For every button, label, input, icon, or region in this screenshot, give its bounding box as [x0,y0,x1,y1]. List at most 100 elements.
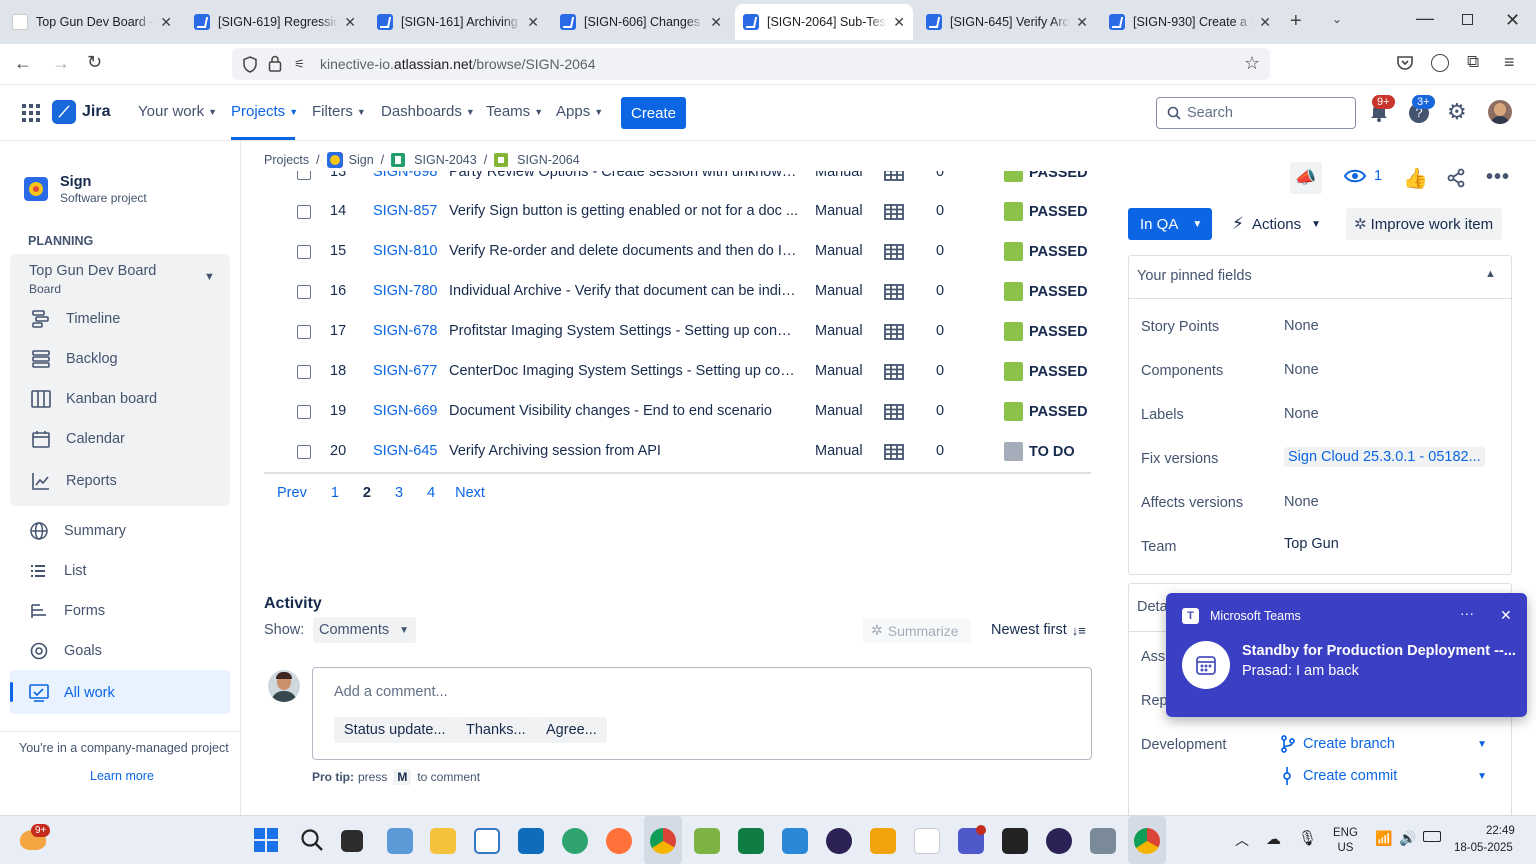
edge-icon[interactable] [562,828,588,854]
issue-key-link[interactable]: SIGN-780 [373,283,437,299]
issue-summary[interactable]: Profitstar Imaging System Settings - Set… [449,323,799,339]
sidebar-item-list[interactable]: List [28,561,87,581]
new-tab-icon[interactable]: + [1290,10,1302,33]
issue-key-link[interactable]: SIGN-678 [373,323,437,339]
issue-summary[interactable]: Verify Re-order and delete documents and… [449,243,799,259]
lock-icon[interactable] [268,55,282,72]
status-badge[interactable]: PASSED [1004,242,1088,261]
volume-icon[interactable]: 🔊 [1399,830,1416,847]
tab-list-chevron-icon[interactable]: ⌄ [1332,12,1342,26]
clock-time[interactable]: 22:49 [1486,825,1515,837]
thumbs-up-icon[interactable]: 👍 [1403,166,1428,191]
field-value-story-points[interactable]: None [1284,318,1319,334]
close-window-icon[interactable]: ✕ [1505,10,1520,31]
sidebar-item-goals[interactable]: Goals [28,641,102,661]
megaphone-icon[interactable]: 📣 [1290,162,1322,194]
breadcrumb-parent[interactable]: SIGN-2043 [414,153,477,167]
create-commit-link[interactable]: Create commit ▼ [1281,767,1487,785]
status-badge[interactable]: PASSED [1004,362,1088,381]
table-row[interactable]: 19 SIGN-669 Document Visibility changes … [264,392,1090,432]
teams-notification-toast[interactable]: T Microsoft Teams ··· ✕ Standby for Prod… [1166,593,1527,717]
row-checkbox[interactable] [297,405,311,419]
breadcrumb-sign[interactable]: Sign [349,153,374,167]
browser-tab[interactable]: [SIGN-161] Archiving of ✕ [369,4,547,40]
summarize-button[interactable]: ✲ Summarize [863,618,971,643]
windows-start-icon[interactable] [254,828,278,852]
sidebar-item-summary[interactable]: Summary [28,521,126,541]
board-name[interactable]: Top Gun Dev Board [29,263,156,279]
permissions-icon[interactable]: ⚟ [294,57,305,71]
firefox-icon[interactable] [606,828,632,854]
search-input[interactable]: Search [1156,97,1356,129]
nav-filters[interactable]: Filters ▼ [312,103,366,120]
menu-icon[interactable]: ≡ [1504,52,1515,73]
breadcrumb-projects[interactable]: Projects [264,153,309,167]
eclipse-icon[interactable] [1046,828,1072,854]
quick-reply-status-update[interactable]: Status update... [334,717,456,743]
next-page-link[interactable]: Next [455,485,485,501]
copilot-chat-icon[interactable] [387,828,413,854]
nav-your-work[interactable]: Your work ▼ [138,103,217,120]
table-row[interactable]: 20 SIGN-645 Verify Archiving session fro… [264,432,1090,472]
issue-key-link[interactable]: SIGN-810 [373,243,437,259]
minimize-icon[interactable]: — [1416,8,1434,29]
mic-muted-icon[interactable]: 🎙 [1298,829,1317,847]
status-badge[interactable]: PASSED [1004,322,1088,341]
row-checkbox[interactable] [297,285,311,299]
table-row[interactable]: 15 SIGN-810 Verify Re-order and delete d… [264,232,1090,272]
issue-summary[interactable]: Verify Archiving session from API [449,443,799,459]
table-row[interactable]: 16 SIGN-780 Individual Archive - Verify … [264,272,1090,312]
breadcrumb-current[interactable]: SIGN-2064 [517,153,580,167]
tab-close-icon[interactable]: ✕ [893,14,905,31]
outlook-icon[interactable] [518,828,544,854]
create-branch-link[interactable]: Create branch ▼ [1281,735,1487,753]
field-value-components[interactable]: None [1284,362,1319,378]
improve-work-item-button[interactable]: ✲ Improve work item [1346,208,1502,240]
extensions-icon[interactable]: ⧉ [1467,52,1479,72]
sidebar-item-backlog[interactable]: Backlog [30,349,118,369]
pocket-icon[interactable] [1396,54,1414,72]
sidebar-item-kanban[interactable]: Kanban board [30,389,157,409]
issue-summary[interactable]: Document Visibility changes - End to end… [449,403,799,419]
app-icon[interactable] [1090,828,1116,854]
table-row[interactable]: 13 SIGN-898 Party Review Options - Creat… [264,171,1090,193]
battery-icon[interactable] [1423,831,1441,842]
tab-close-icon[interactable]: ✕ [1076,14,1088,31]
status-badge[interactable]: PASSED [1004,402,1088,421]
settings-gear-icon[interactable]: ⚙ [1447,99,1467,125]
shield-icon[interactable] [242,56,258,73]
sidebar-item-forms[interactable]: Forms [28,601,105,621]
tab-close-icon[interactable]: ✕ [344,14,356,31]
nav-dashboards[interactable]: Dashboards ▼ [381,103,475,120]
chevron-down-icon[interactable]: ▼ [204,271,215,283]
row-checkbox[interactable] [297,325,311,339]
watchers-button[interactable]: 1 [1344,168,1382,184]
issue-key-link[interactable]: SIGN-677 [373,363,437,379]
search-icon[interactable] [300,828,324,852]
row-checkbox[interactable] [297,245,311,259]
fix-version-lozenge[interactable]: Sign Cloud 25.3.0.1 - 05182... [1284,447,1485,467]
file-explorer-icon[interactable] [430,828,456,854]
issue-summary[interactable]: CenterDoc Imaging System Settings - Sett… [449,363,799,379]
wifi-icon[interactable]: 📶 [1375,830,1392,847]
reload-icon[interactable]: ↻ [87,52,102,73]
activity-filter-dropdown[interactable]: Comments ▼ [313,617,416,643]
share-icon[interactable] [1446,168,1466,188]
field-value-affects-versions[interactable]: None [1284,494,1319,510]
tab-close-icon[interactable]: ✕ [1259,14,1271,31]
browser-tab[interactable]: [SIGN-930] Create a ses ✕ [1101,4,1279,40]
issue-summary[interactable]: Verify Sign button is getting enabled or… [449,203,799,219]
clock-date[interactable]: 18-05-2025 [1454,842,1513,854]
table-row[interactable]: 18 SIGN-677 CenterDoc Imaging System Set… [264,352,1090,392]
project-name[interactable]: Sign [60,174,91,190]
dataset-grid-icon[interactable] [884,324,904,340]
restore-icon[interactable] [1462,14,1473,25]
row-checkbox[interactable] [297,365,311,379]
sidebar-item-all-work[interactable]: All work [28,683,115,703]
app-icon[interactable] [1002,828,1028,854]
browser-tab-active[interactable]: [SIGN-2064] Sub-Test E ✕ [735,4,913,40]
more-actions-icon[interactable]: ••• [1486,166,1510,189]
mail-icon[interactable] [474,828,500,854]
sidebar-item-calendar[interactable]: Calendar [30,429,125,449]
field-value-labels[interactable]: None [1284,406,1319,422]
